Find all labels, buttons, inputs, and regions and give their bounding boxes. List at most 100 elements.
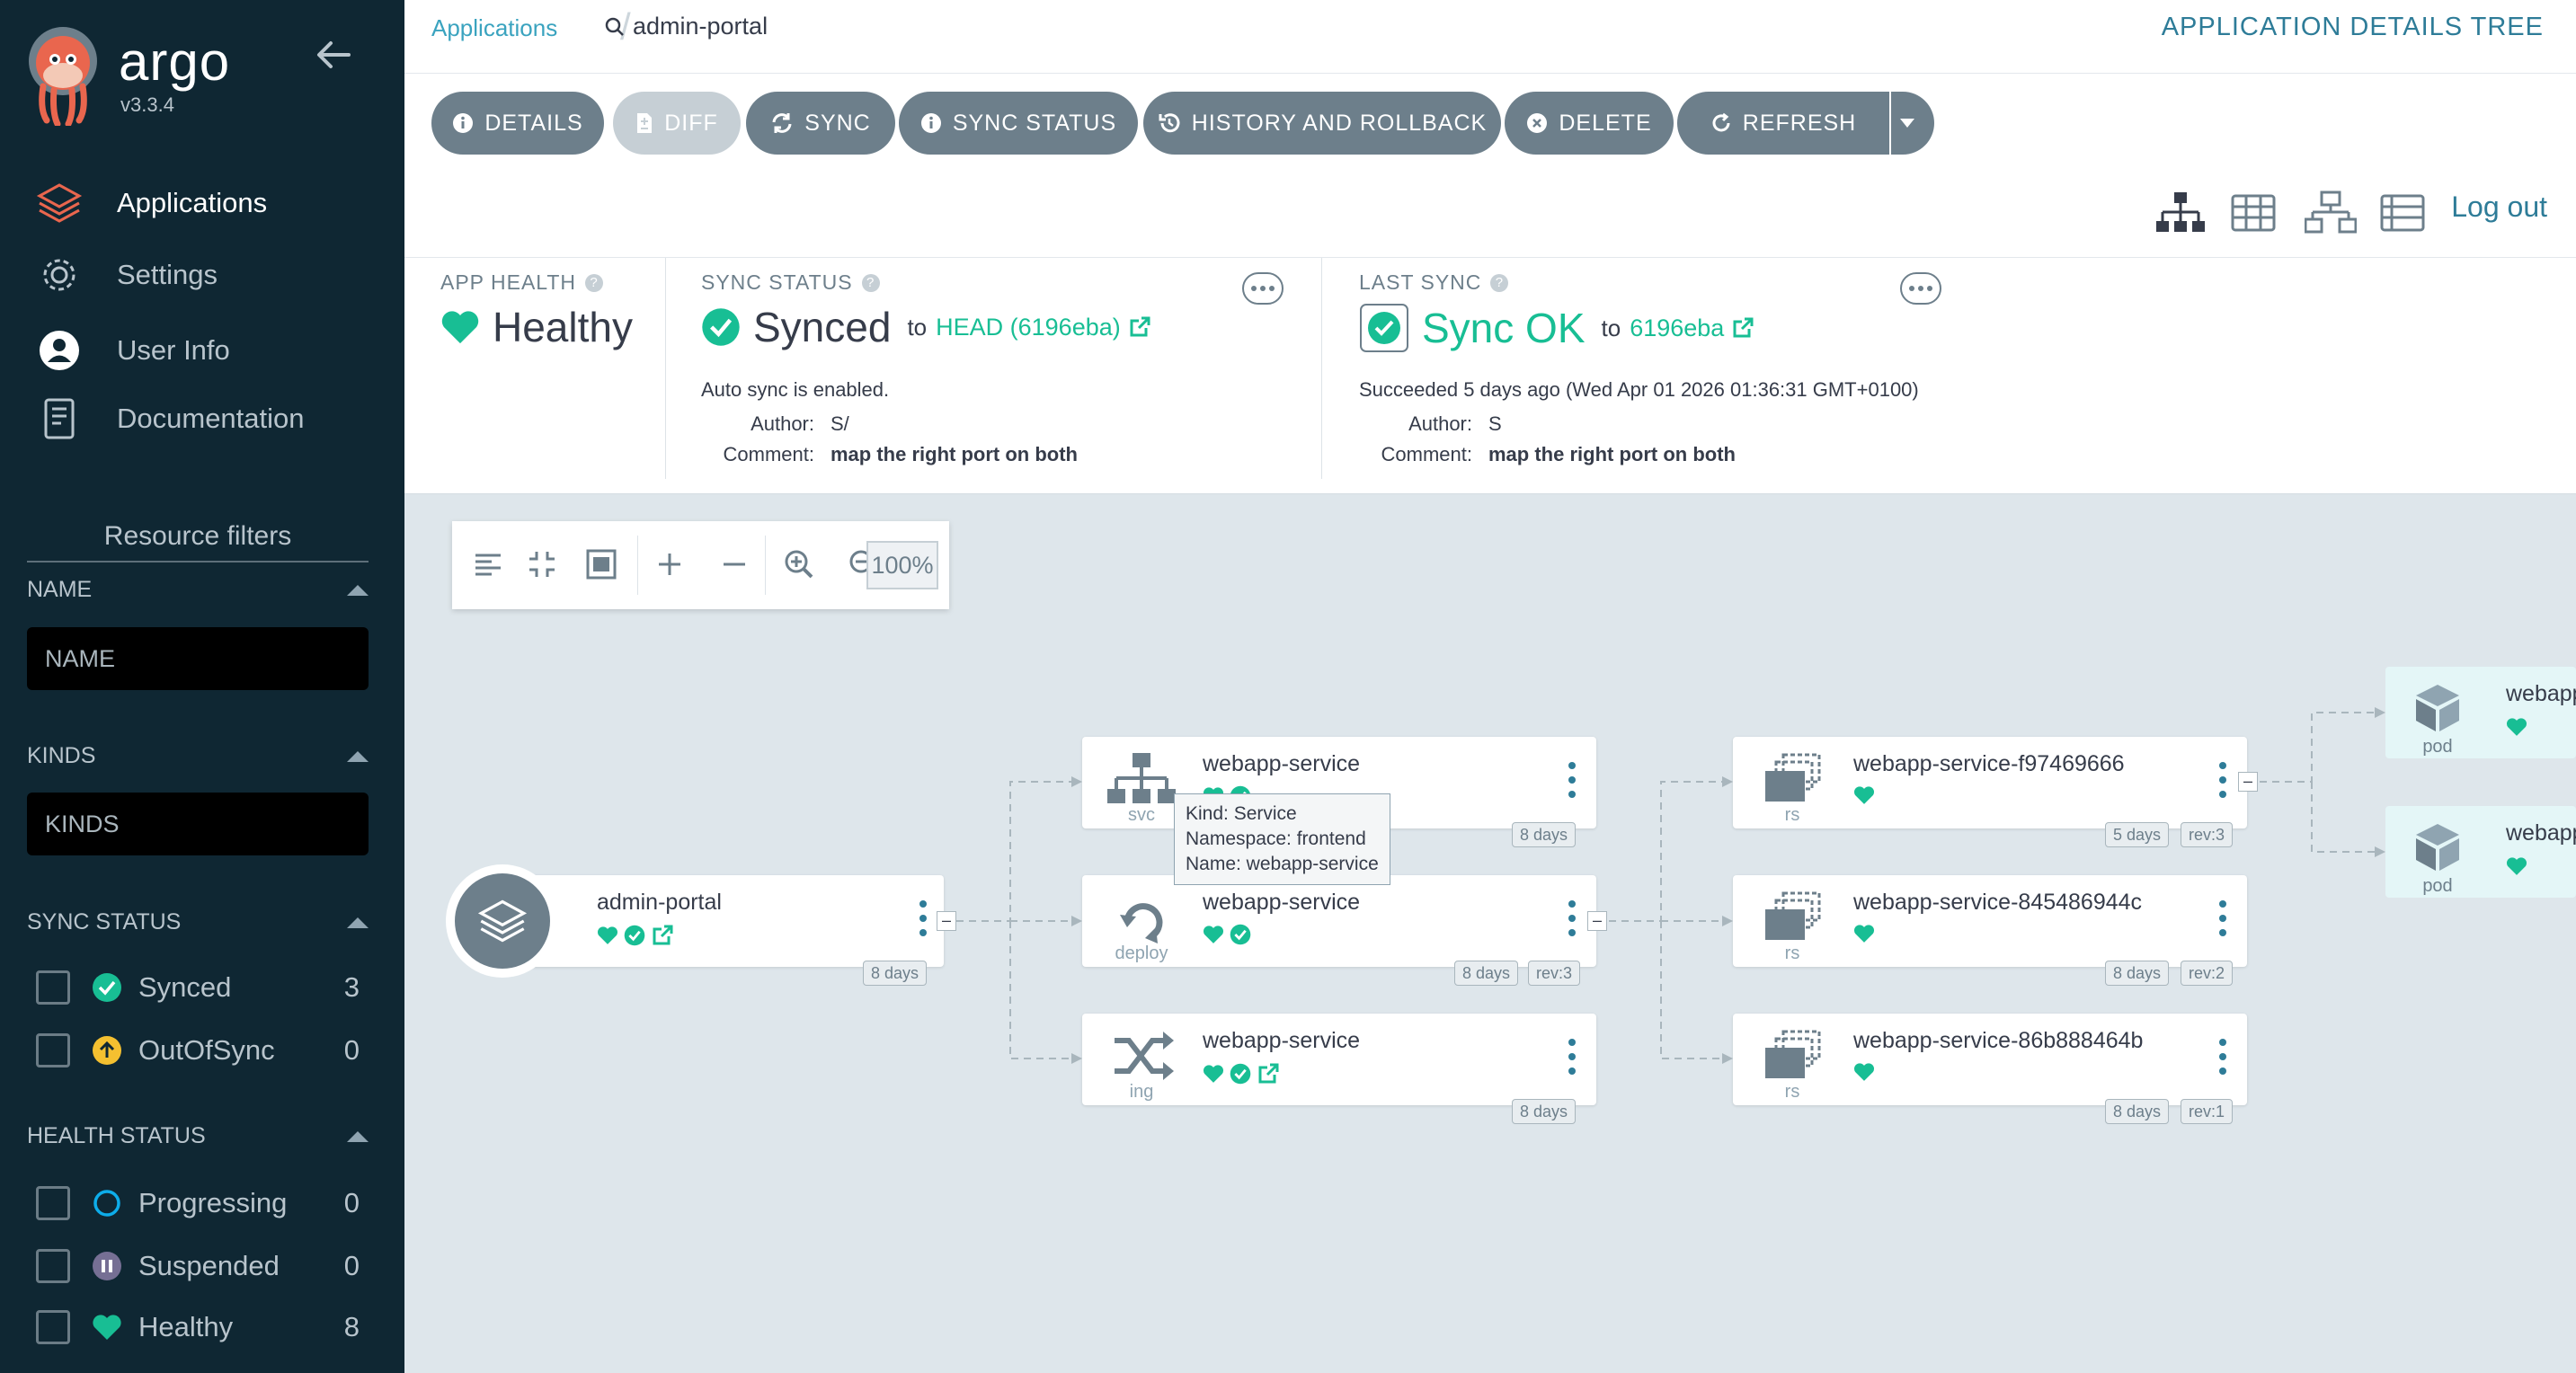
nav-label: User Info bbox=[117, 334, 230, 366]
filter-outofsync[interactable]: OutOfSync 0 bbox=[36, 1030, 360, 1071]
node-deployment-webapp-service[interactable]: deploy webapp-service bbox=[1082, 875, 1596, 967]
search-icon bbox=[605, 17, 624, 36]
healthy-heart-icon bbox=[1203, 1065, 1224, 1083]
filter-suspended[interactable]: Suspended 0 bbox=[36, 1245, 360, 1287]
node-menu-icon[interactable] bbox=[919, 900, 928, 936]
sync-more-button[interactable] bbox=[1242, 272, 1284, 305]
resource-tree-graph[interactable]: 100% admin-portal 8 days – svc webapp-se… bbox=[404, 494, 2576, 1373]
progressing-circle-icon bbox=[92, 1188, 122, 1218]
network-view-icon[interactable] bbox=[2304, 190, 2358, 235]
node-menu-icon[interactable] bbox=[1568, 1039, 1577, 1075]
nav-applications[interactable]: Applications bbox=[36, 176, 395, 230]
help-icon[interactable]: ? bbox=[1490, 273, 1509, 292]
node-ingress-webapp-service[interactable]: ing webapp-service bbox=[1082, 1014, 1596, 1105]
details-button[interactable]: DETAILS bbox=[431, 92, 604, 155]
help-icon[interactable]: ? bbox=[585, 273, 604, 292]
node-replicaset-2[interactable]: rs webapp-service-86b888464b bbox=[1733, 1014, 2247, 1105]
collapse-sidebar-icon[interactable] bbox=[313, 34, 354, 75]
info-icon bbox=[920, 113, 941, 133]
align-left-icon[interactable] bbox=[470, 546, 506, 582]
node-menu-icon[interactable] bbox=[2218, 900, 2227, 936]
help-icon[interactable]: ? bbox=[861, 273, 880, 292]
graph-toolbar: 100% bbox=[452, 521, 949, 609]
delete-x-icon bbox=[1527, 113, 1548, 133]
refresh-button[interactable]: REFRESH bbox=[1677, 92, 1889, 155]
healthy-heart-icon bbox=[441, 311, 479, 344]
node-kind: rs bbox=[1784, 1082, 1800, 1102]
kinds-filter-header[interactable]: KINDS bbox=[27, 743, 369, 769]
collapse-caret-icon[interactable] bbox=[347, 917, 369, 928]
healthy-heart-icon bbox=[597, 926, 618, 944]
node-menu-icon[interactable] bbox=[1568, 762, 1577, 798]
collapse-caret-icon[interactable] bbox=[347, 1130, 369, 1142]
node-replicaset-1[interactable]: rs webapp-service-845486944c bbox=[1733, 875, 2247, 967]
filter-healthy[interactable]: Healthy 8 bbox=[36, 1307, 360, 1348]
healthy-heart-icon bbox=[1853, 1063, 1875, 1081]
external-link-icon bbox=[1258, 1063, 1279, 1084]
node-menu-icon[interactable] bbox=[2218, 1039, 2227, 1075]
health-status-filter-header[interactable]: HEALTH STATUS bbox=[27, 1123, 369, 1149]
zoom-level[interactable]: 100% bbox=[866, 541, 938, 589]
outofsync-arrow-icon bbox=[92, 1035, 122, 1066]
age-tag: 8 days bbox=[1512, 1099, 1577, 1124]
app-node-admin-portal[interactable]: admin-portal bbox=[446, 864, 944, 978]
collapse-minus-icon[interactable] bbox=[716, 546, 752, 582]
checkbox[interactable] bbox=[36, 1249, 70, 1283]
history-and-rollback-button[interactable]: HISTORY AND ROLLBACK bbox=[1143, 92, 1501, 155]
checkbox[interactable] bbox=[36, 970, 70, 1005]
breadcrumb-applications[interactable]: Applications bbox=[431, 14, 557, 42]
sync-comment: Comment: map the right port on both bbox=[723, 443, 1078, 465]
nav-user-info[interactable]: User Info bbox=[36, 323, 395, 377]
divider bbox=[1321, 258, 1322, 479]
service-tooltip: Kind: Service Namespace: frontend Name: … bbox=[1174, 793, 1390, 885]
kinds-filter-input[interactable] bbox=[27, 793, 369, 855]
compress-icon[interactable] bbox=[524, 546, 560, 582]
name-filter-header[interactable]: NAME bbox=[27, 577, 369, 603]
breadcrumb-current[interactable]: admin-portal bbox=[604, 13, 768, 40]
zoom-in-icon[interactable] bbox=[781, 546, 817, 582]
sync-revision-link[interactable]: HEAD (6196eba) bbox=[936, 314, 1151, 341]
node-menu-icon[interactable] bbox=[2218, 762, 2227, 798]
tree-view-icon[interactable] bbox=[2155, 190, 2206, 235]
node-status bbox=[1203, 924, 1251, 945]
last-sync-more-button[interactable] bbox=[1900, 272, 1941, 305]
filter-synced[interactable]: Synced 3 bbox=[36, 967, 360, 1008]
sync-status-filter-header[interactable]: SYNC STATUS bbox=[27, 909, 369, 935]
collapse-node-button[interactable]: – bbox=[2238, 772, 2258, 792]
last-sync-comment: Comment: map the right port on both bbox=[1381, 443, 1736, 465]
argo-logo-icon[interactable] bbox=[25, 27, 101, 128]
suspended-pause-icon bbox=[92, 1251, 122, 1281]
checkbox[interactable] bbox=[36, 1310, 70, 1344]
refresh-dropdown-button[interactable] bbox=[1891, 92, 1934, 155]
collapse-node-button[interactable]: – bbox=[1587, 911, 1607, 931]
collapse-caret-icon[interactable] bbox=[347, 584, 369, 596]
expand-plus-icon[interactable] bbox=[652, 546, 688, 582]
node-name: webapp bbox=[2506, 820, 2576, 846]
sync-button[interactable]: SYNC bbox=[746, 92, 895, 155]
checkbox[interactable] bbox=[36, 1033, 70, 1067]
list-view-icon[interactable] bbox=[2380, 190, 2425, 235]
checkbox[interactable] bbox=[36, 1186, 70, 1220]
collapse-caret-icon[interactable] bbox=[347, 750, 369, 762]
fit-screen-icon[interactable] bbox=[583, 546, 619, 582]
name-filter-input[interactable] bbox=[27, 627, 369, 690]
node-menu-icon[interactable] bbox=[1568, 900, 1577, 936]
diff-button[interactable]: DIFF bbox=[613, 92, 741, 155]
node-pod-1[interactable]: pod webapp bbox=[2385, 806, 2576, 898]
nav-documentation[interactable]: Documentation bbox=[36, 392, 395, 446]
node-replicaset-0[interactable]: rs webapp-service-f97469666 bbox=[1733, 737, 2247, 828]
delete-button[interactable]: DELETE bbox=[1505, 92, 1674, 155]
filter-progressing[interactable]: Progressing 0 bbox=[36, 1183, 360, 1224]
nav-settings[interactable]: Settings bbox=[36, 248, 395, 302]
pods-grid-view-icon[interactable] bbox=[2231, 190, 2276, 235]
logout-link[interactable]: Log out bbox=[2451, 190, 2547, 224]
sync-ok-check-icon bbox=[1360, 304, 1408, 352]
last-sync-revision-link[interactable]: 6196eba bbox=[1630, 314, 1754, 342]
node-pod-0[interactable]: pod webapp bbox=[2385, 667, 2576, 758]
sync-status-button[interactable]: SYNC STATUS bbox=[899, 92, 1138, 155]
node-status bbox=[1853, 1062, 1875, 1082]
replicaset-icon bbox=[1765, 753, 1821, 802]
sidebar: argo v3.3.4 Applications Settings User I… bbox=[0, 0, 404, 1373]
collapse-node-button[interactable]: – bbox=[937, 911, 956, 931]
node-kind: pod bbox=[2422, 737, 2453, 757]
